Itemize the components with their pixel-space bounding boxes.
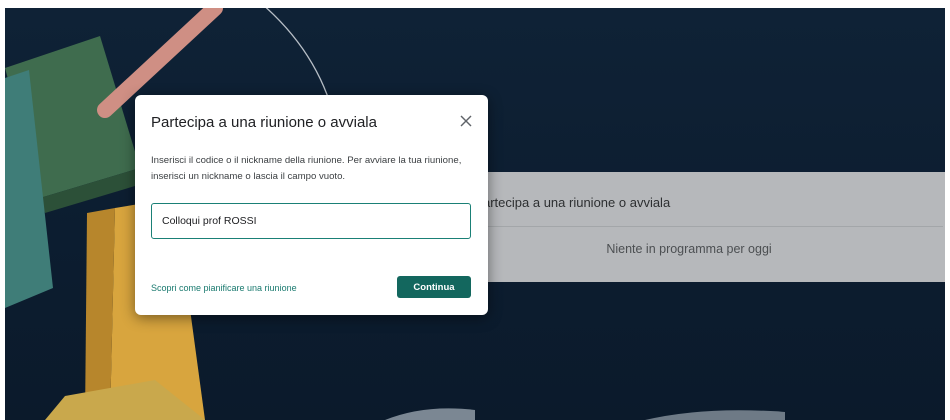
join-meeting-card: artecipa a una riunione o avviala Niente… [425, 172, 945, 282]
meet-home-background: artecipa a una riunione o avviala Niente… [5, 8, 945, 420]
bottom-beam-1 [385, 408, 475, 420]
continue-button[interactable]: Continua [397, 276, 471, 298]
empty-schedule-text: Niente in programma per oggi [606, 242, 772, 256]
meeting-code-input[interactable] [151, 203, 471, 239]
join-card-title: artecipa a una riunione o avviala [483, 195, 671, 210]
join-meeting-dialog: Partecipa a una riunione o avviala Inser… [135, 95, 488, 315]
dialog-description: Inserisci il codice o il nickname della … [151, 155, 462, 182]
learn-scheduling-link[interactable]: Scopri come pianificare una riunione [151, 283, 297, 293]
card-divider [455, 226, 943, 227]
bottom-beam-2 [645, 410, 785, 420]
close-button[interactable] [457, 112, 475, 130]
dialog-title: Partecipa a una riunione o avviala [151, 114, 377, 131]
close-icon [460, 115, 472, 127]
